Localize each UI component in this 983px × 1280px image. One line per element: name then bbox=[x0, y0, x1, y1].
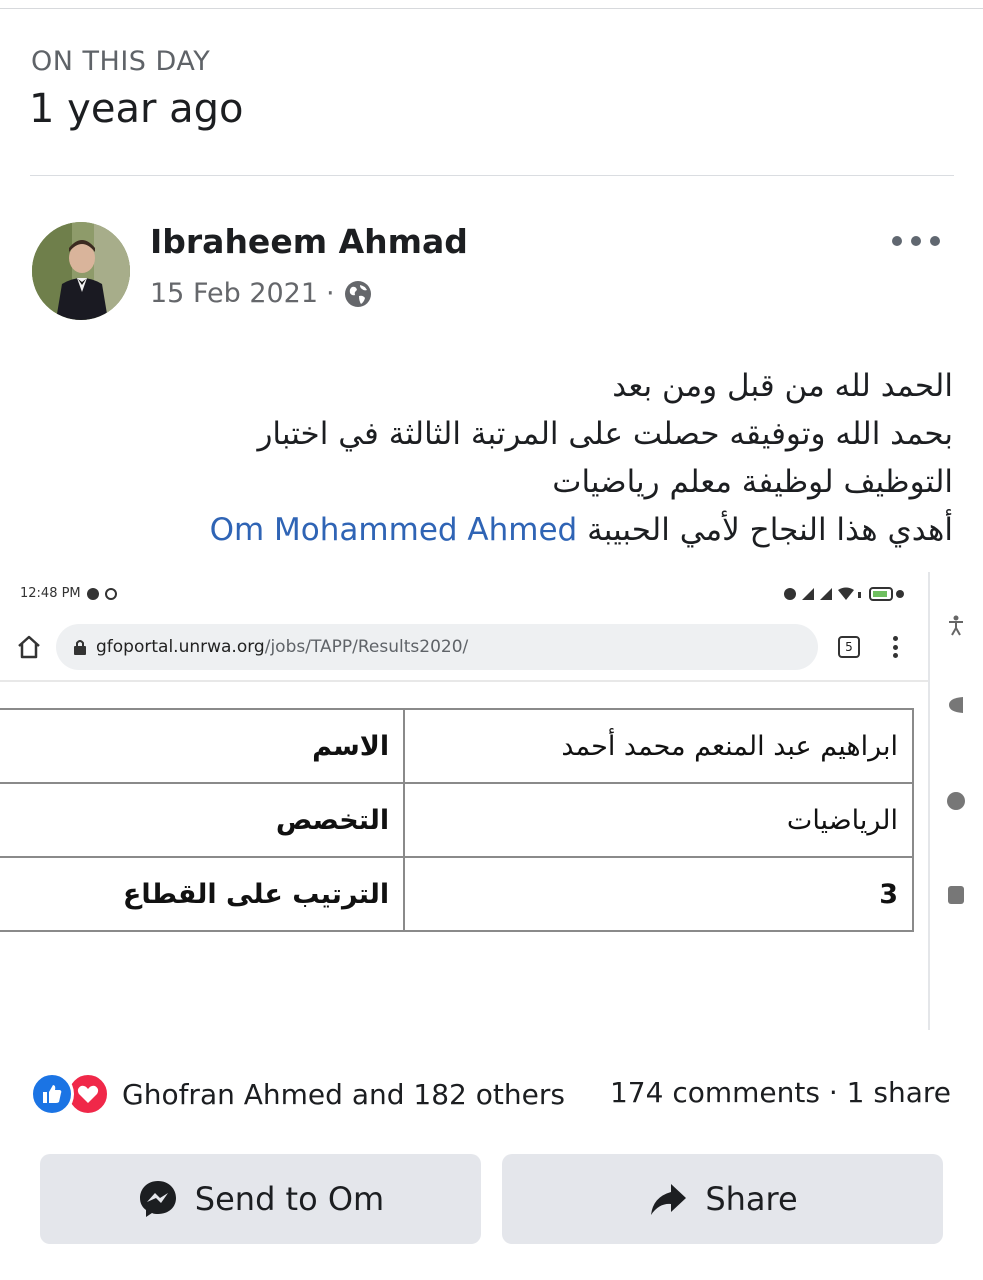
share-button-label: Share bbox=[705, 1180, 798, 1218]
like-icon bbox=[30, 1072, 74, 1116]
post-author[interactable]: Ibraheem Ahmad bbox=[150, 222, 468, 261]
engagement-counts: 174 comments · 1 share bbox=[610, 1076, 951, 1109]
share-arrow-icon bbox=[651, 1184, 687, 1215]
phone-status-bar: 12:48 PM 70 bbox=[0, 572, 928, 612]
lock-icon bbox=[74, 640, 86, 655]
attached-screenshot[interactable]: 12:48 PM 70 bbox=[0, 572, 983, 1030]
post-body: الحمد لله من قبل ومن بعد بحمد الله وتوفي… bbox=[53, 362, 953, 554]
post-line: الحمد لله من قبل ومن بعد bbox=[612, 368, 953, 404]
tabs-count-icon[interactable]: 5 bbox=[838, 636, 860, 658]
browser-toolbar: gfoportal.unrwa.org/jobs/TAPP/Results202… bbox=[0, 620, 928, 676]
post-line-dedication: أهدي هذا النجاح لأمي الحبيبة Om Mohammed… bbox=[53, 506, 953, 554]
memories-label: ON THIS DAY bbox=[31, 46, 211, 77]
reactions-text[interactable]: Ghofran Ahmed and 182 others bbox=[122, 1078, 565, 1111]
signal-wifi-icon bbox=[784, 587, 904, 601]
status-time-text: 12:48 PM bbox=[20, 586, 81, 601]
table-row: التخصص الرياضيات bbox=[0, 782, 914, 858]
memories-title: 1 year ago bbox=[29, 86, 244, 132]
send-button-label: Send to Om bbox=[194, 1180, 385, 1218]
meta-separator: · bbox=[326, 278, 335, 309]
results-table: الاسم ابراهيم عبد المنعم محمد أحمد التخص… bbox=[0, 708, 914, 932]
home-icon[interactable] bbox=[16, 634, 42, 660]
send-button[interactable]: Send to Om bbox=[40, 1154, 481, 1244]
circle-button-icon[interactable] bbox=[945, 790, 967, 812]
url-host: gfoportal.unrwa.org bbox=[96, 637, 265, 657]
table-value: ابراهيم عبد المنعم محمد أحمد bbox=[403, 708, 914, 784]
whatsapp-icon bbox=[104, 587, 117, 600]
post-line: التوظيف لوظيفة معلم رياضيات bbox=[552, 464, 953, 500]
messenger-icon bbox=[139, 1181, 176, 1217]
table-key: التخصص bbox=[0, 782, 406, 858]
post-date[interactable]: 15 Feb 2021 bbox=[150, 278, 318, 309]
top-divider bbox=[0, 8, 983, 9]
dedication-text: أهدي هذا النجاح لأمي الحبيبة bbox=[587, 512, 953, 548]
square-button-icon[interactable] bbox=[945, 884, 967, 906]
reactions-summary[interactable]: Ghofran Ahmed and 182 others bbox=[30, 1072, 565, 1116]
globe-icon bbox=[344, 280, 371, 307]
table-value: 3 bbox=[403, 856, 914, 932]
mention-link[interactable]: Om Mohammed Ahmed bbox=[210, 512, 578, 548]
avatar[interactable] bbox=[32, 222, 130, 320]
shares-count[interactable]: 1 share bbox=[847, 1076, 951, 1109]
share-button[interactable]: Share bbox=[502, 1154, 943, 1244]
table-row: الترتيب على القطاع 3 bbox=[0, 856, 914, 932]
section-divider bbox=[30, 175, 954, 176]
volume-icon[interactable] bbox=[945, 694, 967, 716]
toolbar-divider bbox=[0, 680, 928, 682]
url-bar[interactable]: gfoportal.unrwa.org/jobs/TAPP/Results202… bbox=[56, 624, 818, 670]
status-icons: 70 bbox=[784, 586, 904, 602]
side-rail bbox=[928, 572, 930, 1030]
engage-separator: · bbox=[828, 1076, 838, 1109]
comments-count[interactable]: 174 comments bbox=[610, 1076, 820, 1109]
browser-menu-icon[interactable] bbox=[893, 636, 899, 658]
notification-icon bbox=[86, 587, 99, 600]
table-value: الرياضيات bbox=[403, 782, 914, 858]
post-line: بحمد الله وتوفيقه حصلت على المرتبة الثال… bbox=[257, 416, 953, 452]
table-row: الاسم ابراهيم عبد المنعم محمد أحمد bbox=[0, 708, 914, 784]
table-key: الترتيب على القطاع bbox=[0, 856, 406, 932]
accessibility-icon[interactable] bbox=[945, 614, 967, 636]
url-path: /jobs/TAPP/Results2020/ bbox=[264, 637, 469, 657]
table-key: الاسم bbox=[0, 708, 406, 784]
more-options-icon[interactable] bbox=[892, 228, 940, 254]
status-time: 12:48 PM bbox=[20, 586, 117, 601]
post-meta: 15 Feb 2021 · bbox=[150, 278, 373, 309]
